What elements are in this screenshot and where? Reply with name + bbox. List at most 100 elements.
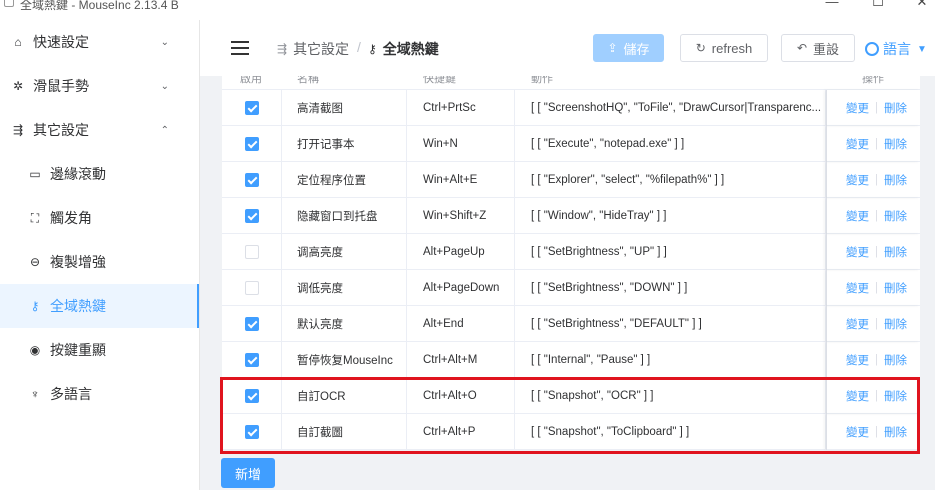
edit-link[interactable]: 變更	[846, 280, 869, 296]
table-row: 高清截图 Ctrl+PrtSc[ [ "ScreenshotHQ", "ToFil…	[222, 90, 920, 126]
sidebar-item-label: 複製增強	[50, 254, 106, 270]
table-row: 隐藏窗口到托盘 Win+Shift+Z[ [ "Window", "HideTra…	[222, 198, 920, 234]
action-cell: [ [ "Explorer", "select", "%filepath%" ]…	[515, 162, 826, 198]
refresh-button[interactable]: ↻ refresh	[680, 34, 768, 62]
operations-cell: 變更 | 刪除	[826, 378, 920, 414]
edit-link[interactable]: 變更	[846, 172, 869, 188]
table-row: 默认亮度 Alt+End[ [ "SetBrightness", "DEFAULT…	[222, 306, 920, 342]
enabled-checkbox[interactable]	[244, 137, 259, 151]
operation-separator: |	[875, 210, 878, 222]
action-cell: [ [ "SetBrightness", "UP" ] ]	[515, 234, 826, 270]
sidebar-item-quick-settings[interactable]: ⌂ 快速設定 ⌄	[0, 20, 199, 64]
operation-separator: |	[875, 282, 878, 294]
sidebar-item-label: 按鍵重顯	[50, 342, 106, 358]
delete-link[interactable]: 刪除	[884, 136, 907, 152]
edit-link[interactable]: 變更	[846, 100, 869, 116]
sidebar-item-hot-corner[interactable]: ⛶ 觸发角	[0, 196, 199, 240]
operation-separator: |	[875, 426, 878, 438]
delete-link[interactable]: 刪除	[884, 316, 907, 332]
maximize-button[interactable]: ☐	[868, 0, 888, 10]
undo-icon: ↶	[796, 41, 808, 55]
sidebar-item-edge-scroll[interactable]: ▭ 邊緣滾動	[0, 152, 199, 196]
column-header-key: 快捷鍵	[423, 76, 456, 85]
sidebar-item-label: 滑鼠手勢	[33, 78, 89, 94]
enabled-checkbox[interactable]	[244, 353, 259, 367]
microphone-icon: ♆	[30, 387, 40, 401]
add-button[interactable]: 新增	[221, 458, 275, 488]
edit-link[interactable]: 變更	[846, 352, 869, 368]
sidebar-item-key-display[interactable]: ◉ 按鍵重顯	[0, 328, 199, 372]
hotkey-cell: Ctrl+PrtSc	[407, 90, 515, 126]
edit-link[interactable]: 變更	[846, 388, 869, 404]
breadcrumb-parent-label: 其它設定	[293, 41, 350, 57]
operation-separator: |	[875, 318, 878, 330]
main-content: 啟用 名稱 快捷鍵 動作 操作 高清截图 Ctrl+PrtSc[ [ "Scree…	[200, 76, 935, 490]
delete-link[interactable]: 刪除	[884, 208, 907, 224]
name-cell: 自訂OCR	[282, 378, 407, 414]
hamburger-menu-icon[interactable]	[231, 41, 249, 55]
sidebar-item-copy-enhance[interactable]: ⊖ 複製增強	[0, 240, 199, 284]
globe-icon	[865, 42, 879, 56]
home-icon: ⌂	[14, 35, 22, 49]
enabled-checkbox[interactable]	[244, 317, 259, 331]
edit-link[interactable]: 變更	[846, 316, 869, 332]
language-dropdown[interactable]: 語言 ▼	[865, 39, 927, 59]
enabled-cell	[222, 414, 282, 450]
page-title: 全域熱鍵	[382, 41, 439, 57]
enabled-checkbox[interactable]	[244, 245, 259, 259]
reset-label: 重設	[813, 41, 840, 57]
table-row: 定位程序位置 Win+Alt+E[ [ "Explorer", "select",…	[222, 162, 920, 198]
column-header-action: 動作	[531, 76, 553, 85]
breadcrumb-parent[interactable]: ⇶ 其它設定	[277, 39, 349, 59]
edit-link[interactable]: 變更	[846, 424, 869, 440]
upload-icon: ⇪	[607, 41, 618, 55]
delete-link[interactable]: 刪除	[884, 424, 907, 440]
chevron-down-icon: ⌄	[160, 36, 169, 48]
sidebar-item-global-hotkeys[interactable]: ⚷ 全域熱鍵	[0, 284, 199, 328]
name-cell: 定位程序位置	[282, 162, 407, 198]
delete-link[interactable]: 刪除	[884, 100, 907, 116]
minimize-button[interactable]: —	[822, 0, 842, 10]
refresh-label: refresh	[711, 40, 753, 56]
delete-link[interactable]: 刪除	[884, 352, 907, 368]
table-row: 自訂截圖 Ctrl+Alt+P[ [ "Snapshot", "ToClipboa…	[222, 414, 920, 450]
enabled-checkbox[interactable]	[244, 101, 259, 115]
delete-link[interactable]: 刪除	[884, 172, 907, 188]
action-cell: [ [ "SetBrightness", "DOWN" ] ]	[515, 270, 826, 306]
table-row: 自訂OCR Ctrl+Alt+O[ [ "Snapshot", "OCR" ] ]…	[222, 378, 920, 414]
close-button[interactable]: ✕	[912, 0, 932, 10]
sidebar-item-label: 其它設定	[33, 122, 89, 138]
table-row: 调高亮度 Alt+PageUp[ [ "SetBrightness", "UP" …	[222, 234, 920, 270]
fullscreen-icon: ⛶	[30, 210, 40, 225]
name-cell: 调低亮度	[282, 270, 407, 306]
delete-link[interactable]: 刪除	[884, 244, 907, 260]
operations-cell: 變更 | 刪除	[826, 234, 920, 270]
enabled-cell	[222, 306, 282, 342]
operations-cell: 變更 | 刪除	[826, 342, 920, 378]
edit-link[interactable]: 變更	[846, 208, 869, 224]
delete-link[interactable]: 刪除	[884, 280, 907, 296]
operation-separator: |	[875, 138, 878, 150]
save-button[interactable]: ⇪ 儲存	[593, 34, 664, 62]
enabled-checkbox[interactable]	[244, 389, 259, 403]
edit-link[interactable]: 變更	[846, 244, 869, 260]
sidebar-item-mouse-gestures[interactable]: ✲ 滑鼠手勢 ⌄	[0, 64, 199, 108]
enabled-checkbox[interactable]	[244, 209, 259, 223]
sidebar-item-languages[interactable]: ♆ 多語言	[0, 372, 199, 416]
hotkey-cell: Win+Shift+Z	[407, 198, 515, 234]
delete-link[interactable]: 刪除	[884, 388, 907, 404]
sliders-icon: ⇶	[12, 123, 24, 137]
sidebar-item-other-settings[interactable]: ⇶ 其它設定 ⌃	[0, 108, 199, 152]
enabled-cell	[222, 342, 282, 378]
operations-cell: 變更 | 刪除	[826, 162, 920, 198]
key-icon: ⚷	[30, 299, 40, 313]
name-cell: 默认亮度	[282, 306, 407, 342]
enabled-checkbox[interactable]	[244, 173, 259, 187]
refresh-icon: ↻	[695, 41, 706, 55]
reset-button[interactable]: ↶ 重設	[781, 34, 855, 62]
enabled-checkbox[interactable]	[244, 425, 259, 439]
name-cell: 调高亮度	[282, 234, 407, 270]
edit-link[interactable]: 變更	[846, 136, 869, 152]
enabled-checkbox[interactable]	[244, 281, 259, 295]
enabled-cell	[222, 234, 282, 270]
